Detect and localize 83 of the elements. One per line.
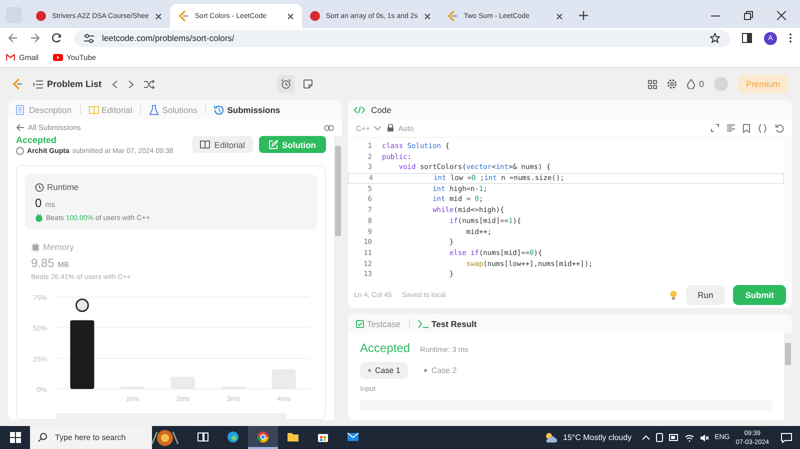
user-avatar [16, 147, 24, 155]
battery-icon[interactable] [668, 434, 679, 441]
shuffle-icon[interactable] [144, 80, 155, 88]
alarm-clock-icon [280, 79, 291, 89]
site-icon [310, 11, 320, 21]
terminal-icon [418, 320, 429, 328]
side-panel-icon[interactable] [742, 33, 752, 43]
close-icon[interactable] [286, 12, 294, 20]
forward-icon[interactable] [30, 33, 40, 43]
history-icon [214, 104, 224, 114]
mail-icon [347, 430, 359, 442]
lock-icon [387, 124, 394, 132]
close-icon[interactable] [777, 11, 786, 20]
chevron-up-icon[interactable] [642, 435, 650, 440]
chrome-icon [257, 430, 269, 442]
checkbox-icon [356, 320, 364, 328]
notification-icon[interactable] [781, 432, 792, 442]
braces-icon[interactable] [758, 124, 767, 132]
description-icon [16, 104, 26, 114]
speaker-muted-icon[interactable] [700, 434, 709, 442]
note-icon [302, 79, 313, 89]
code-icon [354, 106, 365, 114]
edge-icon [227, 430, 239, 442]
chart-bar[interactable] [70, 320, 94, 389]
format-icon[interactable] [727, 124, 735, 132]
clock-icon [35, 182, 44, 192]
site-icon [36, 11, 46, 21]
close-icon[interactable] [556, 12, 563, 20]
task-view-icon [197, 430, 209, 442]
settings-icon[interactable] [666, 79, 677, 89]
site-settings-icon [84, 34, 94, 42]
streak-count: 0 [698, 79, 704, 89]
editorial-button[interactable]: Editorial [192, 136, 253, 153]
folder-icon [287, 430, 299, 442]
flask-icon [149, 104, 160, 114]
play-icon [52, 54, 63, 61]
panel-tab[interactable]: Test Result [416, 318, 479, 328]
food-illustration-icon [150, 428, 180, 448]
expand-icon[interactable] [711, 124, 719, 132]
result-status: Accepted [360, 341, 410, 355]
close-icon[interactable] [154, 12, 162, 20]
taskbar-app-button[interactable] [248, 426, 278, 449]
bookmark-icon[interactable] [743, 124, 750, 132]
leetcode-logo-icon [178, 10, 189, 22]
more-icon[interactable] [789, 33, 792, 43]
taskbar-search-field[interactable]: Type here to search [30, 426, 152, 449]
timer-button[interactable] [276, 75, 295, 93]
grid-icon[interactable] [648, 80, 657, 88]
previous-icon[interactable] [112, 80, 118, 88]
address-bar[interactable]: leetcode.com/problems/sort-colors/ [74, 30, 730, 46]
reload-icon[interactable] [52, 33, 62, 43]
restore-icon[interactable] [744, 11, 753, 20]
weather-widget[interactable]: 15°C Mostly cloudy [544, 432, 632, 443]
edit-icon [269, 140, 278, 149]
wifi-icon[interactable] [684, 434, 694, 442]
reset-icon[interactable] [775, 124, 784, 132]
new-tab-icon[interactable] [578, 11, 588, 20]
star-icon[interactable] [710, 33, 720, 43]
submission-status: Accepted [16, 136, 58, 145]
stat-title: Memory [43, 242, 74, 252]
leetcode-logo-icon [446, 10, 458, 22]
panel-title: Code [371, 104, 392, 114]
search-icon [38, 433, 47, 442]
link-icon[interactable] [324, 124, 334, 132]
run-button[interactable]: Run [686, 285, 726, 305]
windows-logo-icon[interactable] [10, 432, 20, 443]
book-icon [88, 104, 99, 114]
cloud-sun-icon [544, 432, 558, 443]
back-arrow-icon [16, 124, 24, 131]
close-icon[interactable] [424, 12, 431, 20]
mail-icon [6, 54, 15, 61]
chip-icon [31, 242, 40, 252]
case-tab[interactable]: Case 1 [360, 362, 408, 379]
next-icon[interactable] [128, 80, 134, 88]
caret-icon [374, 126, 382, 130]
url-text: leetcode.com/problems/sort-colors/ [102, 33, 236, 43]
lightbulb-icon[interactable] [668, 290, 678, 300]
problem-list-link[interactable]: Problem List [33, 79, 102, 89]
stat-title: Runtime [47, 182, 79, 192]
panel-tab[interactable]: Submissions [212, 104, 282, 114]
back-icon[interactable] [8, 33, 18, 43]
book-icon [200, 140, 210, 149]
list-icon [33, 80, 43, 88]
